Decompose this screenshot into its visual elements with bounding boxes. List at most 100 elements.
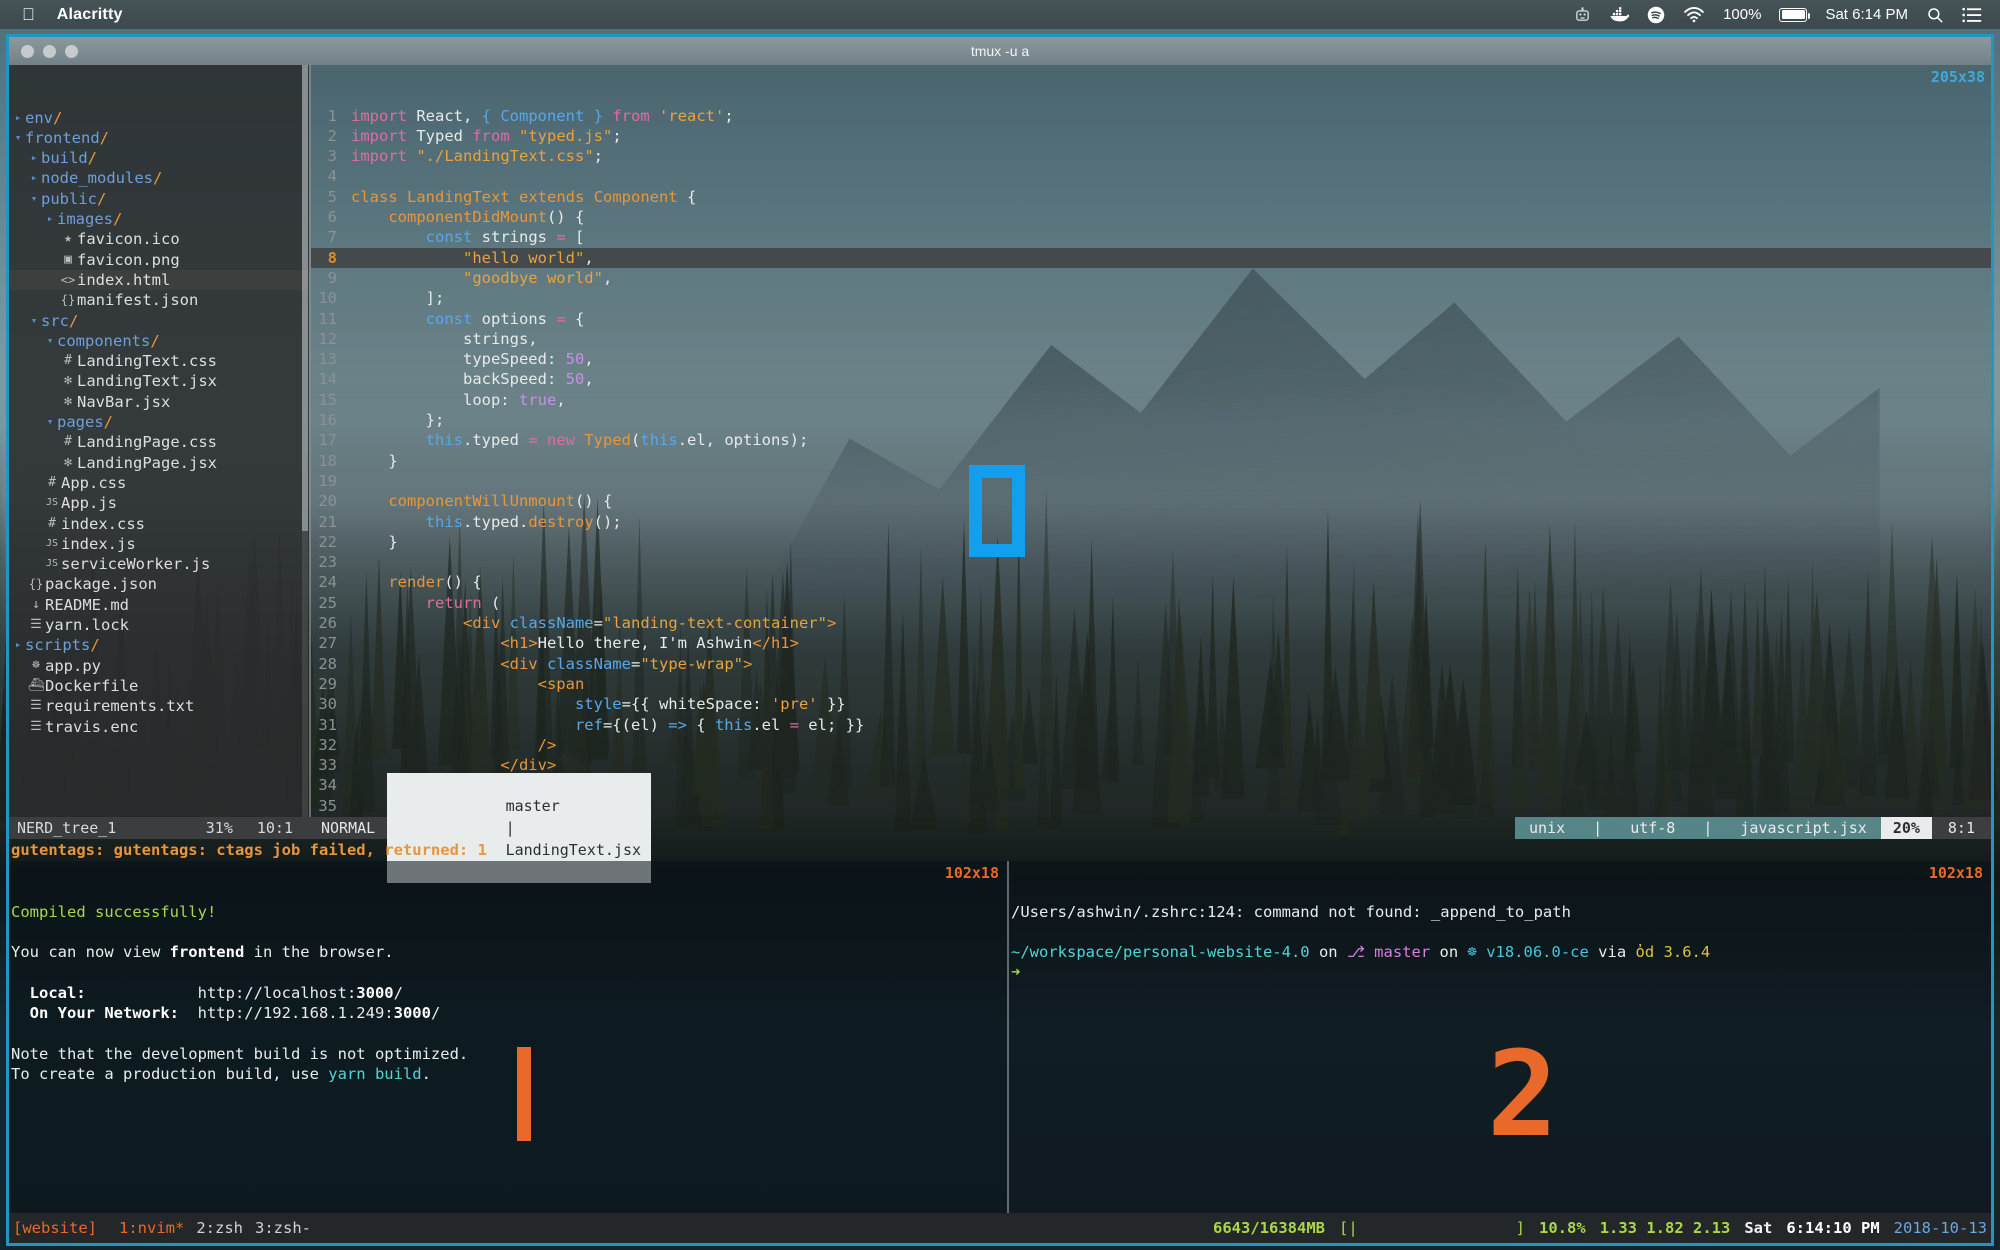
code-line[interactable]: 18 }: [311, 451, 1991, 471]
code-line[interactable]: 13 typeSpeed: 50,: [311, 349, 1991, 369]
code-line[interactable]: 4: [311, 166, 1991, 186]
nerdtree-item-favicon-ico[interactable]: ★ favicon.ico: [9, 229, 309, 249]
shell-pane-left[interactable]: Compiled successfully! You can now view …: [9, 861, 1007, 1213]
nerdtree-item-scripts[interactable]: ▸ scripts /: [9, 635, 309, 655]
nerdtree-item-pages[interactable]: ▾ pages /: [9, 412, 309, 432]
code-line[interactable]: 26 <div className="landing-text-containe…: [311, 613, 1991, 633]
nerdtree-item-package-json[interactable]: {} package.json: [9, 574, 309, 594]
nerdtree-item-src[interactable]: ▾ src /: [9, 311, 309, 331]
code-line[interactable]: 6 componentDidMount() {: [311, 207, 1991, 227]
window-titlebar[interactable]: tmux -u a: [9, 37, 1991, 65]
code-line[interactable]: 2 import Typed from "typed.js";: [311, 126, 1991, 146]
tmux-session-name[interactable]: [website]: [13, 1218, 97, 1238]
code-line[interactable]: 8 "hello world",: [311, 247, 1991, 268]
code-line[interactable]: 1 import React, { Component } from 'react…: [311, 106, 1991, 126]
code-line[interactable]: 7 const strings = [: [311, 227, 1991, 247]
code-line[interactable]: 23: [311, 552, 1991, 572]
nerdtree-item-navbar-jsx[interactable]: ✻ NavBar.jsx: [9, 392, 309, 412]
nerdtree-item-serviceworker-js[interactable]: JS serviceWorker.js: [9, 554, 309, 574]
menubar-app-name[interactable]: Alacritty: [57, 6, 123, 24]
code-line[interactable]: 5 class LandingText extends Component {: [311, 187, 1991, 207]
nerdtree-item-landingpage-css[interactable]: # LandingPage.css: [9, 432, 309, 452]
chevron-down-icon[interactable]: ▾: [27, 189, 41, 209]
chevron-down-icon[interactable]: ▾: [43, 331, 57, 351]
nerdtree-item-travis-enc[interactable]: ☰ travis.enc: [9, 717, 309, 737]
code-line[interactable]: 12 strings,: [311, 329, 1991, 349]
tmux-window-2[interactable]: 2:zsh: [196, 1219, 243, 1237]
nerdtree-item-images[interactable]: ▸ images /: [9, 209, 309, 229]
nerdtree-item-requirements-txt[interactable]: ☰ requirements.txt: [9, 696, 309, 716]
code-line[interactable]: 31 ref={(el) => { this.el = el; }}: [311, 715, 1991, 735]
nerdtree-item-favicon-png[interactable]: ▣ favicon.png: [9, 250, 309, 270]
code-line[interactable]: 21 this.typed.destroy();: [311, 512, 1991, 532]
chevron-down-icon[interactable]: ▾: [43, 412, 57, 432]
notification-center-icon[interactable]: [1962, 7, 1982, 23]
chevron-right-icon[interactable]: ▸: [27, 148, 41, 168]
code-editor-pane[interactable]: 1 import React, { Component } from 'react…: [311, 65, 1991, 817]
nerdtree-item-app-py[interactable]: ☸ app.py: [9, 656, 309, 676]
nerdtree-item-index-css[interactable]: # index.css: [9, 514, 309, 534]
tmux-window-3[interactable]: 3:zsh-: [255, 1219, 311, 1237]
code-line[interactable]: 3 import "./LandingText.css";: [311, 146, 1991, 166]
code-line[interactable]: 28 <div className="type-wrap">: [311, 654, 1991, 674]
code-line[interactable]: 30 style={{ whiteSpace: 'pre' }}: [311, 694, 1991, 714]
code-token: ,: [602, 268, 613, 287]
file-type-icon: JS: [45, 497, 59, 509]
nerdtree-item-app-css[interactable]: # App.css: [9, 473, 309, 493]
code-line[interactable]: 24 render() {: [311, 572, 1991, 592]
code-line[interactable]: 9 "goodbye world",: [311, 268, 1991, 288]
chevron-right-icon[interactable]: ▸: [27, 168, 41, 188]
search-icon[interactable]: [1926, 6, 1944, 24]
nerdtree-item-landingtext-css[interactable]: # LandingText.css: [9, 351, 309, 371]
robot-icon[interactable]: [1574, 6, 1591, 23]
chevron-right-icon[interactable]: ▸: [43, 209, 57, 229]
code-line[interactable]: 25 return (: [311, 593, 1991, 613]
code-line[interactable]: 11 const options = {: [311, 309, 1991, 329]
code-token: return: [425, 593, 482, 612]
code-line[interactable]: 32 />: [311, 735, 1991, 755]
apple-icon[interactable]: : [22, 6, 35, 23]
menubar-clock[interactable]: Sat 6:14 PM: [1825, 6, 1908, 23]
code-line[interactable]: 20 componentWillUnmount() {: [311, 491, 1991, 511]
shell-pane-right[interactable]: /Users/ashwin/.zshrc:124: command not fo…: [1009, 861, 1991, 1213]
nerdtree-item-landingpage-jsx[interactable]: ✻ LandingPage.jsx: [9, 453, 309, 473]
nerdtree-item-landingtext-jsx[interactable]: ✻ LandingText.jsx: [9, 371, 309, 391]
nerdtree-item-frontend[interactable]: ▾ frontend /: [9, 128, 309, 148]
code-token: }: [351, 532, 398, 551]
nerdtree-item-dockerfile[interactable]: ⛴ Dockerfile: [9, 676, 309, 696]
nerdtree-item-env[interactable]: ▸ env /: [9, 108, 309, 128]
docker-icon[interactable]: [1609, 6, 1630, 23]
nerdtree-item-manifest-json[interactable]: {} manifest.json: [9, 290, 309, 310]
nerdtree-item-components[interactable]: ▾ components /: [9, 331, 309, 351]
nerdtree-item-node-modules[interactable]: ▸ node_modules /: [9, 168, 309, 188]
nerdtree-item-readme-md[interactable]: ↓ README.md: [9, 595, 309, 615]
code-line[interactable]: 19: [311, 471, 1991, 491]
chevron-down-icon[interactable]: ▾: [27, 311, 41, 331]
chevron-right-icon[interactable]: ▸: [11, 635, 25, 655]
nerdtree-scrollbar[interactable]: [302, 65, 308, 817]
code-line[interactable]: 15 loop: true,: [311, 390, 1991, 410]
nerdtree-pane[interactable]: ▸ env / ▾ frontend / ▸ build / ▸ node_modules / ▾ pub…: [9, 65, 309, 817]
spotify-icon[interactable]: [1647, 6, 1665, 24]
tmux-window-1[interactable]: 1:nvim*: [119, 1219, 184, 1237]
code-line[interactable]: 27 <h1>Hello there, I'm Ashwin</h1>: [311, 633, 1991, 653]
nerdtree-item-yarn-lock[interactable]: ☰ yarn.lock: [9, 615, 309, 635]
nerdtree-item-app-js[interactable]: JS App.js: [9, 493, 309, 513]
tmux-status-bar: [website] 1:nvim* 2:zsh 3:zsh- 6643/16384M…: [9, 1213, 1991, 1243]
code-line[interactable]: 10 ];: [311, 288, 1991, 308]
code-line[interactable]: 29 <span: [311, 674, 1991, 694]
tmux-date-label: 2018-10-13: [1893, 1218, 1987, 1237]
code-line[interactable]: 22 }: [311, 532, 1991, 552]
wifi-icon[interactable]: [1683, 6, 1705, 23]
code-line[interactable]: 14 backSpeed: 50,: [311, 369, 1991, 389]
code-line[interactable]: 16 };: [311, 410, 1991, 430]
nerdtree-item-index-js[interactable]: JS index.js: [9, 534, 309, 554]
chevron-right-icon[interactable]: ▸: [11, 108, 25, 128]
nerdtree-item-index-html[interactable]: <> index.html: [9, 269, 309, 291]
nerdtree-item-build[interactable]: ▸ build /: [9, 148, 309, 168]
code-line[interactable]: 17 this.typed = new Typed(this.el, optio…: [311, 430, 1991, 450]
nerdtree-item-public[interactable]: ▾ public /: [9, 189, 309, 209]
chevron-down-icon[interactable]: ▾: [11, 128, 25, 148]
